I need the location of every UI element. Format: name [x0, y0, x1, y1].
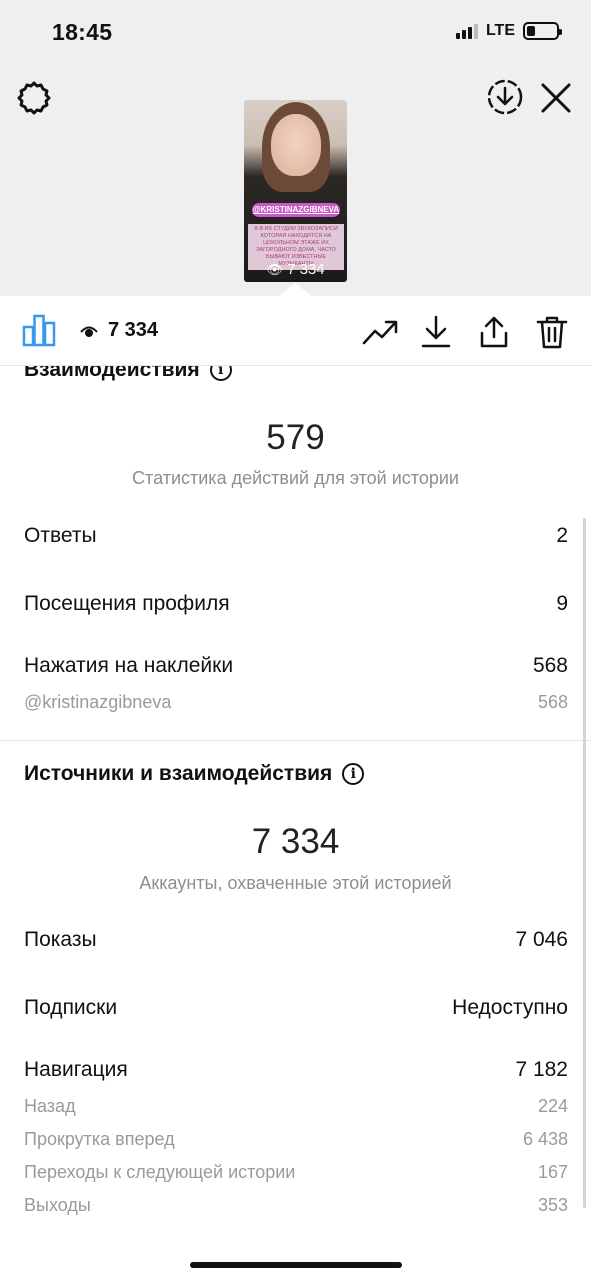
discovery-total: 7 334: [251, 822, 340, 861]
discovery-subtitle: Аккаунты, охваченные этой историей: [139, 873, 452, 893]
download-story-button[interactable]: [484, 76, 526, 118]
status-time: 18:45: [52, 19, 113, 45]
status-icons: LTE: [455, 22, 562, 40]
stat-row: Навигация 7 182: [24, 1058, 568, 1081]
interactions-subtitle: Статистика действий для этой истории: [132, 468, 459, 488]
interactions-section-title: Взаимодействия i: [24, 366, 232, 382]
story-views-count: 7 334: [287, 261, 325, 278]
network-label: LTE: [485, 22, 515, 39]
viewers-tab[interactable]: 7 334: [80, 319, 158, 342]
share-button[interactable]: [476, 314, 512, 350]
delete-button[interactable]: [534, 314, 570, 350]
trash-icon: [536, 316, 568, 349]
story-preview-area: @KRISTINAZGIBNEVA А В ИХ СТУДИИ ЗВУКОЗАП…: [0, 62, 591, 296]
home-indicator[interactable]: [190, 1262, 402, 1268]
insights-toolbar: 7 334: [0, 296, 591, 366]
trend-icon: [362, 320, 398, 345]
stat-row: Подписки Недоступно: [24, 996, 568, 1019]
sticker-stat-row: @kristinazgibneva 568: [24, 692, 568, 712]
gear-icon: [17, 81, 51, 115]
close-icon: [541, 83, 571, 113]
download-icon: [421, 315, 451, 348]
settings-button[interactable]: [14, 78, 54, 118]
save-button[interactable]: [418, 314, 454, 350]
stat-row: Нажатия на наклейки 568: [24, 654, 568, 677]
info-icon[interactable]: i: [342, 763, 365, 785]
selection-pointer: [279, 283, 311, 296]
promote-button[interactable]: [362, 314, 398, 350]
scrollbar[interactable]: [583, 518, 586, 1208]
navigation-stat-row: Выходы 353: [24, 1195, 568, 1215]
navigation-stat-row: Назад 224: [24, 1096, 568, 1116]
status-bar: 18:45 LTE: [0, 0, 591, 62]
info-icon[interactable]: i: [209, 366, 232, 381]
viewers-count: 7 334: [108, 319, 159, 341]
story-views-overlay: 👁 7 334: [244, 261, 347, 278]
story-photo-face: [271, 114, 321, 176]
circle-download-icon: [487, 79, 523, 115]
share-icon: [480, 316, 508, 348]
stat-row: Показы 7 046: [24, 928, 568, 951]
insights-tab[interactable]: [22, 313, 56, 352]
eye-icon: 👁: [266, 262, 283, 277]
story-mention-sticker: @KRISTINAZGIBNEVA: [252, 203, 340, 217]
battery-icon: [523, 22, 562, 40]
eye-icon: [80, 326, 98, 337]
navigation-stat-row: Переходы к следующей истории 167: [24, 1162, 568, 1182]
signal-icon: [455, 23, 478, 39]
discovery-section-title: Источники и взаимодействия i: [24, 762, 365, 786]
interactions-total: 579: [266, 418, 325, 457]
stat-row: Посещения профиля 9: [24, 592, 568, 615]
section-divider: [0, 740, 591, 741]
story-thumbnail[interactable]: @KRISTINAZGIBNEVA А В ИХ СТУДИИ ЗВУКОЗАП…: [244, 100, 347, 282]
bar-chart-icon: [22, 314, 56, 347]
stat-row: Ответы 2: [24, 524, 568, 547]
navigation-stat-row: Прокрутка вперед 6 438: [24, 1129, 568, 1149]
insights-content[interactable]: Взаимодействия i 579 Статистика действий…: [0, 366, 591, 1280]
close-button[interactable]: [536, 78, 576, 118]
